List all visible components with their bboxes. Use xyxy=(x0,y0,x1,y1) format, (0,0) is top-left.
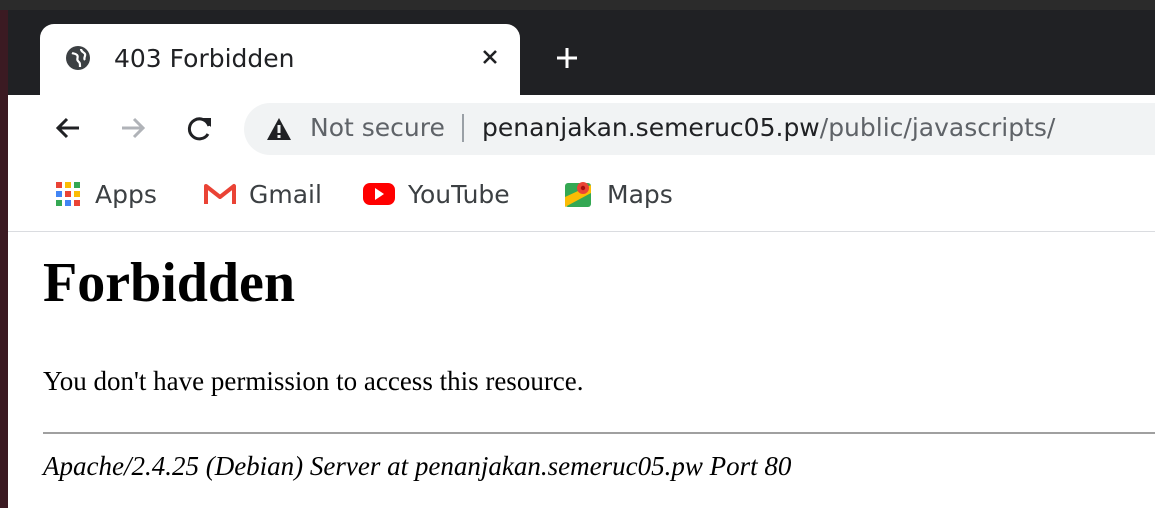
window-edge xyxy=(0,0,8,508)
url-host: penanjakan.semeruc05.pw xyxy=(482,113,820,142)
url-text[interactable]: penanjakan.semeruc05.pw/public/javascrip… xyxy=(482,110,1055,146)
globe-icon xyxy=(66,46,90,70)
bookmark-gmail[interactable]: Gmail xyxy=(203,176,322,212)
bookmark-label: Gmail xyxy=(249,179,322,209)
bookmark-label: YouTube xyxy=(408,179,510,209)
window-title-bar xyxy=(0,0,1155,10)
plus-icon[interactable] xyxy=(554,45,580,71)
youtube-icon xyxy=(363,183,395,205)
divider-line xyxy=(43,432,1155,434)
bookmark-label: Apps xyxy=(95,179,157,209)
reload-icon[interactable] xyxy=(185,113,215,143)
security-label[interactable]: Not secure xyxy=(310,110,445,146)
bookmark-maps[interactable]: Maps xyxy=(563,176,673,212)
tab-title: 403 Forbidden xyxy=(114,44,295,73)
bookmark-apps[interactable]: Apps xyxy=(53,176,157,212)
close-icon[interactable] xyxy=(478,45,502,69)
arrow-left-icon[interactable] xyxy=(53,113,83,143)
server-signature: Apache/2.4.25 (Debian) Server at penanja… xyxy=(43,451,792,481)
arrow-right-icon[interactable] xyxy=(118,113,148,143)
url-path: /public/javascripts/ xyxy=(819,113,1056,142)
gmail-icon xyxy=(204,184,236,204)
page-title: Forbidden xyxy=(43,252,296,314)
divider xyxy=(462,114,464,142)
maps-icon xyxy=(565,182,591,207)
bookmark-youtube[interactable]: YouTube xyxy=(362,176,510,212)
apps-grid-icon xyxy=(56,182,80,206)
warning-triangle-icon[interactable] xyxy=(265,115,293,143)
bookmark-label: Maps xyxy=(607,179,673,209)
error-message: You don't have permission to access this… xyxy=(43,366,584,396)
